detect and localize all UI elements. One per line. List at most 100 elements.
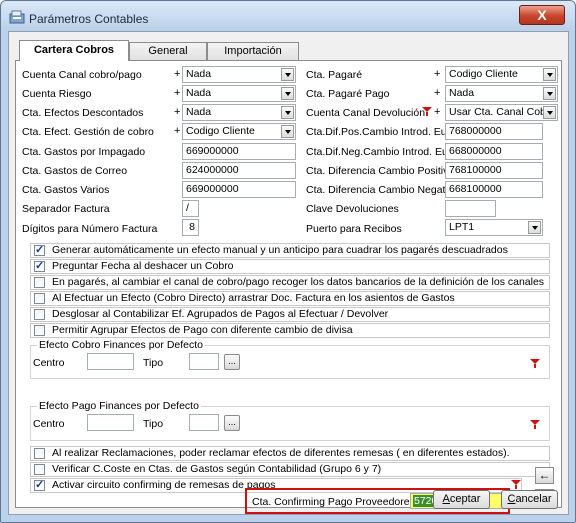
chevron-down-icon[interactable] bbox=[528, 221, 541, 234]
dif-pos-cambio-input[interactable]: 768000000 bbox=[445, 123, 543, 140]
alert-icon[interactable] bbox=[529, 358, 541, 369]
tab-general[interactable]: General bbox=[129, 42, 207, 60]
chevron-down-icon[interactable] bbox=[543, 68, 556, 81]
dialog-client: Cartera Cobros General Importación Cuent… bbox=[8, 31, 569, 515]
plus-icon[interactable]: + bbox=[174, 87, 180, 99]
option-preguntar-fecha[interactable]: Preguntar Fecha al deshacer un Cobro bbox=[30, 259, 550, 274]
chevron-down-icon[interactable] bbox=[281, 87, 294, 100]
gestion-cobro-select[interactable]: Codigo Cliente bbox=[182, 123, 296, 140]
title-bar[interactable]: Parámetros Contables X bbox=[1, 1, 575, 29]
plus-icon[interactable]: + bbox=[434, 106, 440, 118]
accept-button[interactable]: Aceptar bbox=[433, 490, 490, 509]
gastos-impagado-input[interactable]: 669000000 bbox=[182, 143, 296, 160]
close-icon: X bbox=[537, 7, 547, 23]
label-centro: Centro bbox=[33, 418, 65, 430]
dif-neg-cambio-input[interactable]: 668000000 bbox=[445, 143, 543, 160]
label-dif-cambio-positiva: Cta. Diferencia Cambio Positiva bbox=[306, 165, 455, 177]
app-icon bbox=[9, 10, 25, 24]
group-efecto-cobro: Efecto Cobro Finances por Defecto Centro… bbox=[30, 339, 550, 379]
tab-importacion[interactable]: Importación bbox=[207, 42, 299, 60]
dif-cambio-negativa-input[interactable]: 668100000 bbox=[445, 181, 543, 198]
cancel-button[interactable]: Cancelar bbox=[501, 490, 558, 509]
label-centro: Centro bbox=[33, 357, 65, 369]
label-digitos-factura: Dígitos para Número Factura bbox=[22, 223, 158, 235]
checkbox[interactable] bbox=[34, 309, 45, 320]
option-reclamar-remesas[interactable]: Al realizar Reclamaciones, poder reclama… bbox=[30, 446, 550, 461]
centro-pago-input[interactable] bbox=[87, 414, 134, 431]
tab-panel: Cuenta Canal cobro/pago + Nada Cuenta Ri… bbox=[15, 60, 562, 514]
centro-cobro-input[interactable] bbox=[87, 353, 134, 370]
alert-icon[interactable] bbox=[529, 419, 541, 430]
browse-button[interactable]: ... bbox=[224, 354, 240, 370]
label-gastos-correo: Cta. Gastos de Correo bbox=[22, 165, 128, 177]
label-gastos-varios: Cta. Gastos Varios bbox=[22, 184, 110, 196]
cuenta-canal-select[interactable]: Nada bbox=[182, 66, 296, 83]
gastos-varios-input[interactable]: 669000000 bbox=[182, 181, 296, 198]
dif-cambio-positiva-input[interactable]: 768100000 bbox=[445, 162, 543, 179]
chevron-down-icon[interactable] bbox=[543, 87, 556, 100]
gastos-correo-input[interactable]: 624000000 bbox=[182, 162, 296, 179]
digitos-factura-input[interactable]: 8 bbox=[182, 219, 199, 236]
plus-icon[interactable]: + bbox=[434, 87, 440, 99]
chevron-down-icon[interactable] bbox=[543, 106, 556, 119]
plus-icon[interactable]: + bbox=[434, 68, 440, 80]
option-desglosar-agrupados[interactable]: Desglosar al Contabilizar Ef. Agrupados … bbox=[30, 307, 550, 322]
label-separador-factura: Separador Factura bbox=[22, 203, 110, 215]
plus-icon[interactable]: + bbox=[174, 125, 180, 137]
option-recoger-datos-bancarios[interactable]: En pagarés, al cambiar el canal de cobro… bbox=[30, 275, 550, 290]
checkbox[interactable] bbox=[34, 293, 45, 304]
checkbox[interactable] bbox=[34, 325, 45, 336]
label-dif-neg-cambio: Cta.Dif.Neg.Cambio Introd. Euro bbox=[306, 146, 458, 158]
cta-pagare-pago-select[interactable]: Nada bbox=[445, 85, 558, 102]
option-arrastrar-doc-factura[interactable]: Al Efectuar un Efecto (Cobro Directo) ar… bbox=[30, 291, 550, 306]
plus-icon[interactable]: + bbox=[174, 106, 180, 118]
tab-cartera-cobros[interactable]: Cartera Cobros bbox=[19, 40, 129, 61]
efectos-descontados-select[interactable]: Nada bbox=[182, 104, 296, 121]
cta-pagare-select[interactable]: Codigo Cliente bbox=[445, 66, 558, 83]
label-cuenta-canal: Cuenta Canal cobro/pago bbox=[22, 69, 142, 81]
label-efectos-descontados: Cta. Efectos Descontados bbox=[22, 107, 144, 119]
tipo-pago-input[interactable] bbox=[189, 414, 219, 431]
cuenta-riesgo-select[interactable]: Nada bbox=[182, 85, 296, 102]
label-cuenta-riesgo: Cuenta Riesgo bbox=[22, 88, 92, 100]
checkbox[interactable] bbox=[34, 243, 45, 256]
label-clave-devoluciones: Clave Devoluciones bbox=[306, 203, 399, 215]
plus-icon[interactable]: + bbox=[174, 68, 180, 80]
checkbox[interactable] bbox=[34, 478, 45, 491]
checkbox[interactable] bbox=[34, 464, 45, 475]
group-efecto-pago-title: Efecto Pago Finances por Defecto bbox=[37, 400, 201, 412]
arrow-left-button[interactable]: ← bbox=[535, 467, 554, 484]
label-puerto-recibos: Puerto para Recibos bbox=[306, 223, 402, 235]
group-efecto-cobro-title: Efecto Cobro Finances por Defecto bbox=[37, 339, 206, 351]
label-cta-pagare: Cta. Pagaré bbox=[306, 69, 363, 81]
clave-devoluciones-input[interactable] bbox=[445, 200, 496, 217]
separador-factura-input[interactable]: / bbox=[182, 200, 199, 217]
browse-button[interactable]: ... bbox=[224, 415, 240, 431]
label-cta-pagare-pago: Cta. Pagaré Pago bbox=[306, 88, 390, 100]
option-verificar-coste[interactable]: Verificar C.Coste en Ctas. de Gastos seg… bbox=[30, 462, 550, 477]
label-dif-pos-cambio: Cta.Dif.Pos.Cambio Introd. Euro bbox=[306, 126, 456, 138]
dialog-window: Parámetros Contables X Cartera Cobros Ge… bbox=[0, 0, 576, 523]
label-tipo: Tipo bbox=[143, 418, 164, 430]
close-button[interactable]: X bbox=[519, 5, 565, 25]
puerto-recibos-select[interactable]: LPT1 bbox=[445, 219, 543, 236]
label-tipo: Tipo bbox=[143, 357, 164, 369]
chevron-down-icon[interactable] bbox=[281, 125, 294, 138]
window-title: Parámetros Contables bbox=[29, 12, 149, 26]
tipo-cobro-input[interactable] bbox=[189, 353, 219, 370]
checkbox[interactable] bbox=[34, 259, 45, 272]
label-canal-devolucion: Cuenta Canal Devolución bbox=[306, 107, 426, 119]
checkbox[interactable] bbox=[34, 448, 45, 459]
chevron-down-icon[interactable] bbox=[281, 68, 294, 81]
alert-icon[interactable] bbox=[421, 106, 433, 117]
chevron-down-icon[interactable] bbox=[281, 106, 294, 119]
option-agrupar-divisa[interactable]: Permitir Agrupar Efectos de Pago con dif… bbox=[30, 323, 550, 338]
label-confirming-pago: Cta. Confirming Pago Proveedores bbox=[252, 496, 415, 508]
label-gastos-impagado: Cta. Gastos por Impagado bbox=[22, 146, 146, 158]
canal-devolucion-select[interactable]: Usar Cta. Canal Cobro bbox=[445, 104, 558, 121]
alert-icon[interactable] bbox=[510, 479, 522, 490]
option-generar-efecto[interactable]: Generar automáticamente un efecto manual… bbox=[30, 243, 550, 258]
checkbox[interactable] bbox=[34, 277, 45, 288]
group-efecto-pago: Efecto Pago Finances por Defecto Centro … bbox=[30, 400, 550, 441]
label-dif-cambio-negativa: Cta. Diferencia Cambio Negativa bbox=[306, 184, 459, 196]
